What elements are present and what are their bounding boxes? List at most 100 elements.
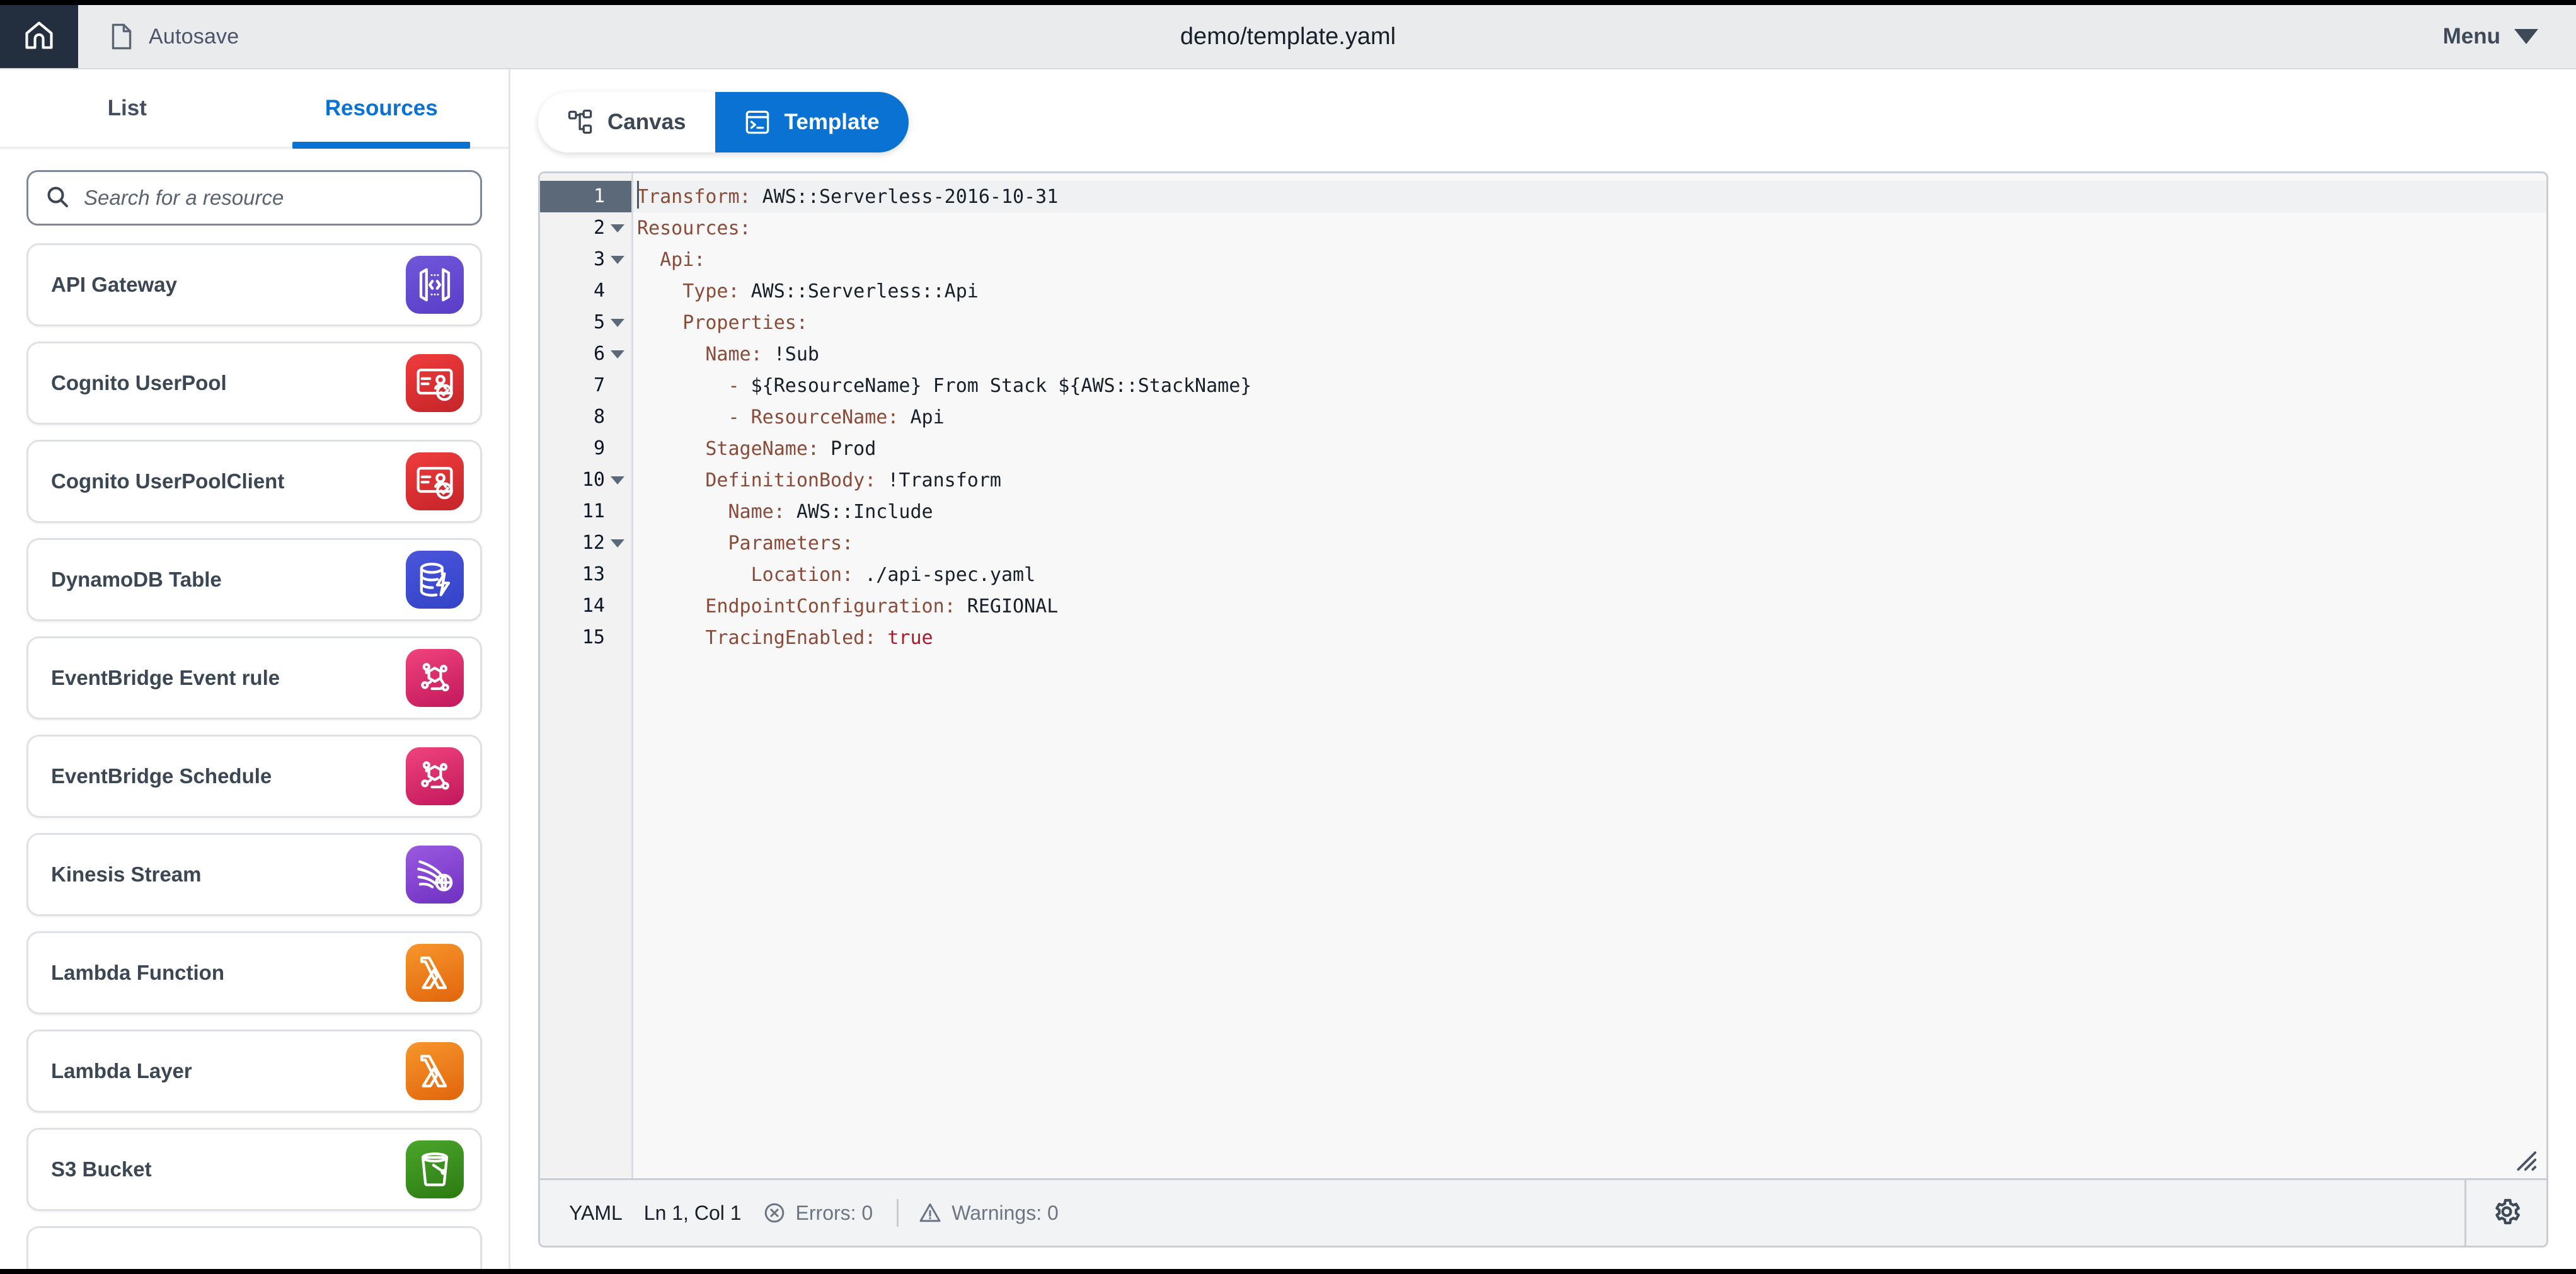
error-circle-icon — [763, 1202, 786, 1224]
resource-card-label: EventBridge Event rule — [51, 666, 280, 690]
resource-card[interactable]: Kinesis Stream — [26, 833, 482, 916]
resource-card[interactable]: Lambda Layer — [26, 1030, 482, 1113]
code-line[interactable]: Transform: AWS::Serverless-2016-10-31 — [633, 181, 2546, 212]
status-language[interactable]: YAML — [569, 1202, 644, 1225]
code-line[interactable]: Resources: — [633, 212, 2546, 244]
resource-card[interactable] — [26, 1226, 482, 1269]
canvas-graph-icon — [567, 109, 594, 135]
code-line[interactable]: Parameters: — [633, 527, 2546, 559]
sidebar-tab-resources-label: Resources — [325, 96, 438, 121]
code-token: - — [637, 375, 751, 397]
eventbridge-schedule-icon — [406, 747, 464, 805]
gutter-line[interactable]: 8 — [540, 401, 631, 433]
gutter-line[interactable]: 12 — [540, 527, 631, 559]
view-tabs: Canvas Template — [538, 92, 909, 152]
gutter-line[interactable]: 7 — [540, 370, 631, 401]
main-body: List Resources API — [0, 69, 2576, 1269]
editor-status-bar: YAML Ln 1, Col 1 — [538, 1178, 2548, 1248]
code-token: true — [876, 627, 933, 649]
code-line[interactable]: Name: AWS::Include — [633, 496, 2546, 527]
status-errors[interactable]: Errors: 0 — [763, 1202, 895, 1225]
resource-card-label: Cognito UserPoolClient — [51, 469, 284, 493]
code-line[interactable]: Type: AWS::Serverless::Api — [633, 275, 2546, 307]
resource-card[interactable]: DynamoDB Table — [26, 538, 482, 621]
resource-card[interactable]: EventBridge Schedule — [26, 735, 482, 818]
gutter-line[interactable]: 1 — [540, 181, 631, 212]
editor-gutter[interactable]: 123456789101112131415 — [540, 173, 633, 1178]
resource-card[interactable]: Lambda Function — [26, 931, 482, 1014]
code-line[interactable]: - ${ResourceName} From Stack ${AWS::Stac… — [633, 370, 2546, 401]
code-line[interactable]: - ResourceName: Api — [633, 401, 2546, 433]
code-line[interactable]: Location: ./api-spec.yaml — [633, 559, 2546, 590]
status-cursor-position[interactable]: Ln 1, Col 1 — [644, 1202, 763, 1225]
resize-grip-icon[interactable] — [2509, 1143, 2538, 1172]
gutter-line[interactable]: 3 — [540, 244, 631, 275]
sidebar-tab-list[interactable]: List — [0, 69, 255, 147]
fold-toggle-icon[interactable] — [610, 256, 625, 264]
editor-settings-button[interactable] — [2464, 1180, 2546, 1246]
code-token: Location: — [637, 564, 853, 586]
line-number: 11 — [582, 502, 605, 521]
gutter-line[interactable]: 10 — [540, 464, 631, 496]
resource-card[interactable]: S3 Bucket — [26, 1128, 482, 1211]
code-line[interactable]: EndpointConfiguration: REGIONAL — [633, 590, 2546, 622]
top-bar: Autosave demo/template.yaml Menu — [0, 5, 2576, 69]
view-tabs-row: Canvas Template — [538, 92, 2548, 152]
gutter-line[interactable]: 5 — [540, 307, 631, 338]
line-number: 10 — [582, 471, 605, 490]
gutter-line[interactable]: 13 — [540, 559, 631, 590]
fold-toggle-icon[interactable] — [610, 476, 625, 485]
resource-card-label: API Gateway — [51, 273, 177, 297]
home-button[interactable] — [0, 5, 78, 68]
line-number: 4 — [594, 282, 605, 301]
status-warnings[interactable]: Warnings: 0 — [919, 1202, 1080, 1225]
gutter-line[interactable]: 9 — [540, 433, 631, 464]
status-language-label: YAML — [569, 1202, 623, 1225]
gutter-line[interactable]: 11 — [540, 496, 631, 527]
editor-code[interactable]: Transform: AWS::Serverless-2016-10-31Res… — [633, 173, 2546, 1178]
resource-card[interactable]: API Gateway — [26, 243, 482, 326]
resource-card[interactable]: Cognito UserPoolClient — [26, 440, 482, 523]
search-box[interactable] — [26, 170, 482, 226]
gutter-line[interactable]: 4 — [540, 275, 631, 307]
line-number: 15 — [582, 628, 605, 647]
status-divider — [897, 1199, 899, 1227]
fold-toggle-icon[interactable] — [610, 539, 625, 548]
code-line[interactable]: Properties: — [633, 307, 2546, 338]
fold-toggle-icon[interactable] — [610, 319, 625, 327]
resource-card-label: EventBridge Schedule — [51, 764, 272, 788]
main-panel: Canvas Template — [510, 69, 2576, 1269]
code-token: AWS::Serverless-2016-10-31 — [751, 186, 1059, 208]
dynamodb-table-icon — [406, 551, 464, 609]
search-icon — [45, 184, 70, 212]
resource-card[interactable]: Cognito UserPool — [26, 341, 482, 425]
code-token: TracingEnabled: — [637, 627, 876, 649]
code-line[interactable]: Name: !Sub — [633, 338, 2546, 370]
gutter-line[interactable]: 6 — [540, 338, 631, 370]
code-token: !Sub — [762, 343, 819, 365]
fold-toggle-icon[interactable] — [610, 224, 625, 232]
code-line[interactable]: TracingEnabled: true — [633, 622, 2546, 653]
text-caret — [637, 181, 639, 209]
tab-template[interactable]: Template — [715, 92, 909, 152]
gutter-line[interactable]: 2 — [540, 212, 631, 244]
code-editor[interactable]: 123456789101112131415 Transform: AWS::Se… — [538, 171, 2548, 1178]
code-token: Transform: — [637, 186, 751, 208]
code-line[interactable]: DefinitionBody: !Transform — [633, 464, 2546, 496]
menu-button[interactable]: Menu — [2418, 5, 2576, 68]
tab-canvas[interactable]: Canvas — [538, 92, 715, 152]
code-line[interactable]: StageName: Prod — [633, 433, 2546, 464]
lambda-function-icon — [406, 944, 464, 1002]
resource-list-scroll[interactable]: API Gateway Cognito UserPool Cognito UserP… — [0, 243, 509, 1269]
gutter-line[interactable]: 15 — [540, 622, 631, 653]
gutter-line[interactable]: 14 — [540, 590, 631, 622]
template-code-icon — [744, 109, 771, 135]
code-line[interactable]: Api: — [633, 244, 2546, 275]
search-input[interactable] — [84, 186, 464, 210]
fold-toggle-icon[interactable] — [610, 350, 625, 359]
code-token: Resources: — [637, 217, 751, 239]
sidebar-tab-resources[interactable]: Resources — [255, 69, 509, 147]
resource-card[interactable]: EventBridge Event rule — [26, 636, 482, 720]
document-icon — [108, 23, 135, 50]
resource-card-label: DynamoDB Table — [51, 568, 222, 592]
